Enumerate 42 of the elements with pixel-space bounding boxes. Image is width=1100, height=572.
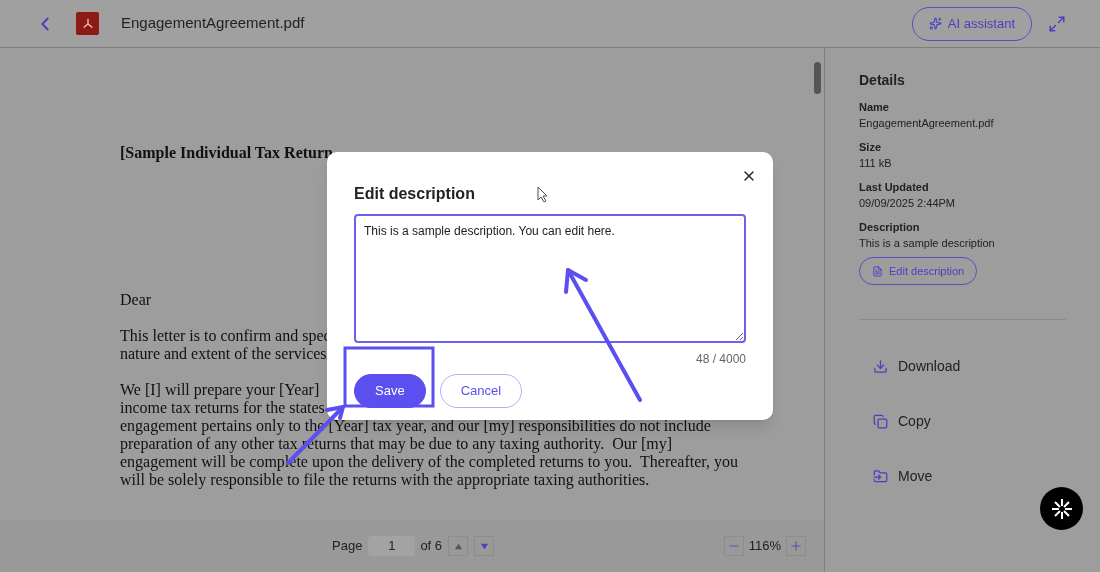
field-label: Size [859,140,881,155]
character-counter: 48 / 4000 [695,351,746,368]
copy-icon [873,413,888,429]
assistant-fab[interactable] [1040,487,1083,530]
details-title: Details [859,71,905,90]
zoom-out-icon[interactable] [723,536,744,556]
sparkle-icon [928,17,942,30]
field-value: 111 kB [859,156,892,171]
save-button[interactable]: Save [354,374,426,408]
mouse-pointer-icon [537,186,548,203]
zoom-in-icon[interactable] [786,536,806,556]
burst-logo-icon [1049,496,1074,521]
document-text: We [I] will prepare your [Year] [120,381,321,399]
document-text: will be solely responsible to file the returns with the appropriate taxing authorities. [120,471,650,489]
field-value: This is a sample description [859,236,995,251]
page-field[interactable]: 1 [368,536,416,556]
document-heading: [Sample Individual Tax Return [120,144,333,162]
page-label: Page [332,537,363,556]
dialog-title: Edit description [354,184,475,204]
document-text: Dear [120,291,152,309]
previous-page-icon[interactable] [448,536,469,556]
file-name: EngagementAgreement.pdf [121,13,305,34]
zoom-level: 116% [748,537,781,556]
action-button[interactable]: Download [873,356,961,376]
move-icon [873,468,888,484]
expand-icon[interactable] [1048,14,1066,33]
document-icon [872,265,883,277]
pdf-file-icon [76,12,99,35]
field-label: Description [859,220,920,235]
description-field[interactable]: This is a sample description. You can edit here. [354,214,746,343]
field-label: Last Updated [859,180,929,195]
field-value: 09/09/2025 2:44PM [859,196,956,211]
next-page-icon[interactable] [474,536,495,556]
action-button[interactable]: Copy [873,411,931,431]
action-button[interactable]: Move [873,466,933,486]
page-count: of 6 [420,537,443,556]
download-icon [873,358,888,374]
cancel-button[interactable]: Cancel [439,374,523,408]
document-text: nature and extent of the services [120,345,327,363]
document-text: income tax returns for the states [120,399,325,417]
field-label: Name [859,100,889,115]
field-value: EngagementAgreement.pdf [859,116,994,131]
